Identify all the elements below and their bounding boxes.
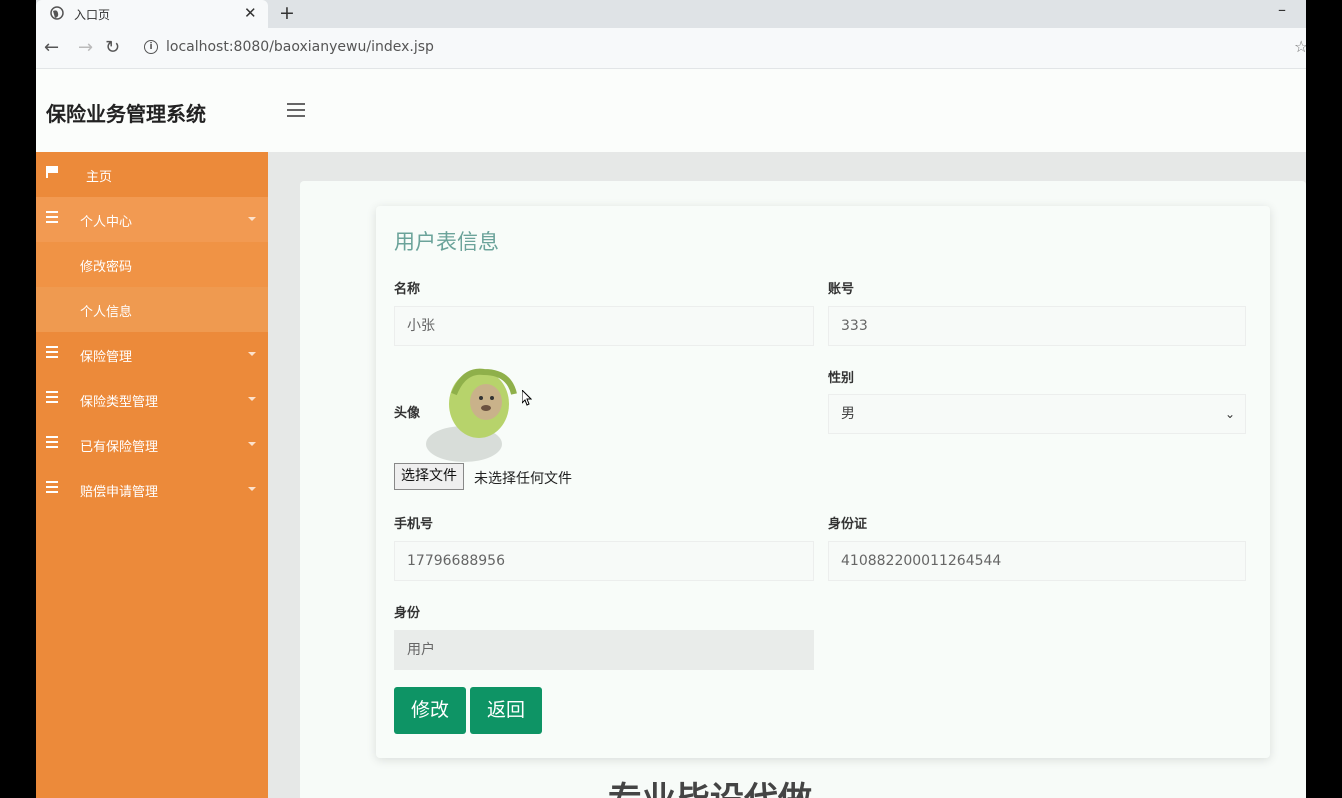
- sidebar-item-label: 主页: [86, 170, 113, 185]
- sidebar-item-existing-insurance[interactable]: 已有保险管理: [36, 422, 268, 467]
- gender-label: 性别: [828, 371, 855, 386]
- footer-watermark-text: 专业毕设代做: [608, 772, 812, 798]
- idcard-input[interactable]: 410882200011264544: [828, 541, 1246, 581]
- chevron-down-icon: [248, 217, 256, 221]
- sidebar-item-label: 保险管理: [80, 350, 133, 365]
- forward-arrow-icon[interactable]: →: [78, 37, 93, 58]
- role-input: 用户: [394, 630, 814, 670]
- name-input[interactable]: 小张: [394, 306, 814, 346]
- sidebar-item-insurance[interactable]: 保险管理: [36, 332, 268, 377]
- new-tab-icon[interactable]: +: [279, 2, 295, 24]
- sidebar-subitem-personal-info[interactable]: 个人信息: [36, 287, 268, 332]
- globe-icon: [50, 6, 64, 20]
- content-panel: 用户表信息 名称 小张 账号 333 头像 性别 男 ⌄ 选择文件 未选择任何文…: [300, 181, 1306, 798]
- list-icon: [46, 436, 58, 448]
- browser-viewport: 入口页 ✕ + – ← → ↻ i localhost:8080/baoxian…: [36, 0, 1306, 798]
- main-content: 用户表信息 名称 小张 账号 333 头像 性别 男 ⌄ 选择文件 未选择任何文…: [268, 152, 1306, 798]
- chevron-down-icon: [248, 397, 256, 401]
- name-label: 名称: [394, 282, 421, 297]
- account-input[interactable]: 333: [828, 306, 1246, 346]
- sidebar-item-label: 赔偿申请管理: [80, 485, 159, 500]
- reload-icon[interactable]: ↻: [105, 37, 120, 58]
- chevron-down-icon: [248, 352, 256, 356]
- sidebar-item-insurance-type[interactable]: 保险类型管理: [36, 377, 268, 422]
- gender-select[interactable]: 男 ⌄: [828, 394, 1246, 434]
- close-tab-icon[interactable]: ✕: [244, 4, 257, 22]
- chevron-down-icon: [248, 487, 256, 491]
- sidebar-item-label: 个人信息: [80, 305, 133, 320]
- phone-input[interactable]: 17796688956: [394, 541, 814, 581]
- sidebar-item-label: 保险类型管理: [80, 395, 159, 410]
- edit-button[interactable]: 修改: [394, 687, 466, 734]
- sidebar-item-home[interactable]: 主页: [36, 152, 268, 197]
- file-status-text: 未选择任何文件: [474, 471, 572, 487]
- browser-tabbar: 入口页 ✕ + –: [36, 0, 1306, 28]
- back-button[interactable]: 返回: [470, 687, 542, 734]
- gender-selected-value: 男: [841, 406, 855, 422]
- choose-file-button[interactable]: 选择文件: [394, 463, 464, 490]
- avatar: [426, 368, 517, 462]
- browser-tab[interactable]: 入口页 ✕: [36, 0, 268, 28]
- idcard-label: 身份证: [828, 517, 868, 532]
- app-title: 保险业务管理系统: [46, 102, 206, 126]
- minimize-icon[interactable]: –: [1278, 0, 1286, 19]
- sidebar: 主页 个人中心 修改密码 个人信息 保险管理 保险类型管理 已有保险管理 赔偿申…: [36, 152, 268, 798]
- list-icon: [46, 481, 58, 493]
- chevron-down-icon: [248, 442, 256, 446]
- menu-toggle-icon[interactable]: [287, 103, 305, 117]
- back-arrow-icon[interactable]: ←: [44, 37, 59, 58]
- address-bar[interactable]: localhost:8080/baoxianyewu/index.jsp: [166, 39, 434, 55]
- list-icon: [46, 346, 58, 358]
- bookmark-star-icon[interactable]: ☆: [1294, 37, 1306, 56]
- sidebar-item-label: 修改密码: [80, 260, 133, 275]
- avatar-label: 头像: [394, 406, 421, 421]
- role-label: 身份: [394, 606, 421, 621]
- sidebar-item-label: 已有保险管理: [80, 440, 159, 455]
- phone-label: 手机号: [394, 517, 434, 532]
- flag-icon: [46, 166, 60, 178]
- site-info-icon[interactable]: i: [144, 40, 158, 54]
- form-title: 用户表信息: [394, 230, 499, 254]
- sidebar-item-label: 个人中心: [80, 215, 133, 230]
- sidebar-item-claims[interactable]: 赔偿申请管理: [36, 467, 268, 512]
- account-label: 账号: [828, 282, 855, 297]
- browser-toolbar: ← → ↻ i localhost:8080/baoxianyewu/index…: [36, 28, 1306, 69]
- tab-title: 入口页: [74, 8, 111, 22]
- user-form-card: 用户表信息 名称 小张 账号 333 头像 性别 男 ⌄ 选择文件 未选择任何文…: [376, 206, 1270, 758]
- chevron-down-icon: ⌄: [1224, 407, 1235, 421]
- app-header: 保险业务管理系统: [36, 69, 1306, 152]
- sidebar-item-personal-center[interactable]: 个人中心: [36, 197, 268, 242]
- list-icon: [46, 391, 58, 403]
- list-icon: [46, 211, 58, 223]
- mouse-cursor-icon: [522, 390, 532, 406]
- sidebar-subitem-change-password[interactable]: 修改密码: [36, 242, 268, 287]
